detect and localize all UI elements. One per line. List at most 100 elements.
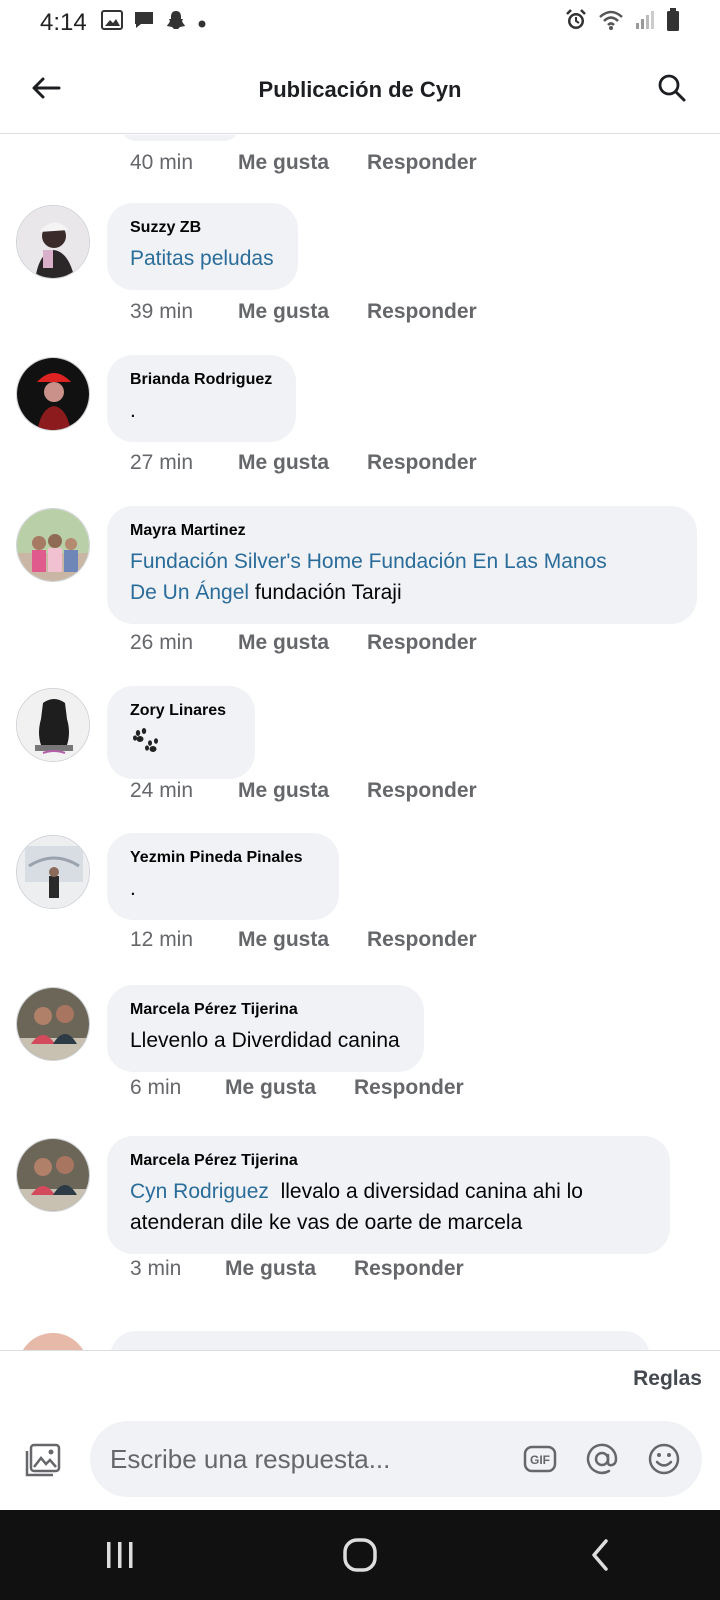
comment-time: 27 min <box>130 451 194 474</box>
system-navigation-bar <box>0 1510 720 1600</box>
comment-time: 39 min <box>130 300 194 323</box>
recent-apps-icon <box>107 1542 133 1568</box>
comment-actions: 40 min Me gusta Responder <box>130 151 477 175</box>
mention-button[interactable] <box>582 1439 622 1479</box>
back-icon <box>592 1539 608 1571</box>
reply-button[interactable]: Responder <box>367 928 477 952</box>
composer-icons: GIF <box>520 1439 684 1479</box>
like-button[interactable]: Me gusta <box>238 300 329 324</box>
comment-link[interactable]: Patitas peludas <box>130 247 274 270</box>
comment-time: 3 min <box>130 1257 182 1280</box>
avatar[interactable] <box>16 508 90 582</box>
comment-text: Llevenlo a Diverdidad canina <box>130 1029 400 1052</box>
comments-list[interactable]: 40 min Me gusta Responder Suzzy ZB Patit… <box>0 135 720 1350</box>
comment-text-segment: llevalo a diversidad canina ahi lo <box>268 1180 583 1203</box>
reply-composer: Reglas GIF <box>0 1350 720 1510</box>
comment-actions: 12 min Me gusta Responder <box>130 928 477 952</box>
gif-icon: GIF <box>523 1445 557 1473</box>
comment-bubble: Suzzy ZB Patitas peludas <box>107 203 298 290</box>
mention-icon <box>586 1443 618 1475</box>
snapchat-icon <box>165 9 187 37</box>
search-icon <box>658 74 686 102</box>
comment-actions: 27 min Me gusta Responder <box>130 451 477 475</box>
reply-button[interactable]: Responder <box>367 631 477 655</box>
back-nav-button[interactable] <box>560 1525 640 1585</box>
comment-bubble: Mayra Martinez Fundación Silver's Home F… <box>107 506 697 624</box>
like-button[interactable]: Me gusta <box>225 1257 316 1281</box>
emoji-button[interactable] <box>644 1439 684 1479</box>
comment-text: Patitas peludas <box>130 243 274 274</box>
comment-author[interactable]: Yezmin Pineda Pinales <box>130 849 315 867</box>
avatar[interactable] <box>18 1333 88 1350</box>
page-title: Publicación de Cyn <box>258 76 462 102</box>
recent-apps-button[interactable] <box>80 1525 160 1585</box>
status-left-icons <box>100 9 207 37</box>
avatar[interactable] <box>16 688 90 762</box>
comment-author[interactable]: Zory Linares <box>130 702 231 720</box>
comment-actions: 24 min Me gusta Responder <box>130 779 477 803</box>
avatar[interactable] <box>16 987 90 1061</box>
comment-text-segment: atenderan dile ke vas de oarte de marcel… <box>130 1211 523 1234</box>
comment-link[interactable]: Cyn Rodriguez <box>130 1180 269 1203</box>
comment-link[interactable]: De Un Ángel <box>130 581 249 604</box>
comment-bubble: Marcela Pérez Tijerina Llevenlo a Diverd… <box>107 985 424 1072</box>
like-button[interactable]: Me gusta <box>238 928 329 952</box>
header: Publicación de Cyn <box>0 46 720 134</box>
avatar[interactable] <box>16 835 90 909</box>
comment-link[interactable]: Fundación Silver's Home Fundación En Las… <box>130 550 607 573</box>
comment-time: 6 min <box>130 1076 182 1099</box>
comment-time: 12 min <box>130 928 194 951</box>
partial-comment-bubble <box>120 135 240 141</box>
comment-author[interactable]: Brianda Rodriguez <box>130 371 272 389</box>
reply-input-container: GIF <box>90 1421 702 1497</box>
wifi-icon <box>598 9 624 37</box>
message-icon <box>133 10 155 36</box>
reply-button[interactable]: Responder <box>367 300 477 324</box>
image-icon <box>100 10 123 36</box>
comment-actions: 3 min Me gusta Responder <box>130 1257 464 1281</box>
status-time: 4:14 <box>40 9 87 36</box>
reply-button[interactable]: Responder <box>367 151 477 175</box>
like-button[interactable]: Me gusta <box>238 151 329 175</box>
gif-button[interactable]: GIF <box>520 1439 560 1479</box>
comment-text: . <box>130 399 136 422</box>
gif-label: GIF <box>530 1453 550 1467</box>
arrow-left-icon <box>32 77 61 99</box>
alarm-icon <box>564 8 588 38</box>
comment-author[interactable]: Marcela Pérez Tijerina <box>130 1152 646 1170</box>
battery-icon <box>666 8 680 38</box>
avatar[interactable] <box>16 357 90 431</box>
comment-text: Fundación Silver's Home Fundación En Las… <box>130 546 673 608</box>
comment-author[interactable]: Mayra Martinez <box>130 522 673 540</box>
like-button[interactable]: Me gusta <box>238 779 329 803</box>
search-button[interactable] <box>652 68 692 108</box>
comment-text: . <box>130 877 136 900</box>
comment-bubble: Yezmin Pineda Pinales . <box>107 833 339 920</box>
reply-button[interactable]: Responder <box>354 1257 464 1281</box>
reply-button[interactable]: Responder <box>367 451 477 475</box>
emoji-icon <box>648 1443 680 1475</box>
home-icon <box>343 1538 377 1572</box>
comment-time: 26 min <box>130 631 194 654</box>
comment-author[interactable]: Suzzy ZB <box>130 219 274 237</box>
reply-input[interactable] <box>110 1443 510 1475</box>
avatar[interactable] <box>16 1138 90 1212</box>
partial-comment-bubble <box>110 1331 650 1350</box>
comment-time: 40 min <box>130 151 194 174</box>
comment-bubble: Marcela Pérez Tijerina Cyn Rodriguez lle… <box>107 1136 670 1254</box>
comment-author[interactable]: Marcela Pérez Tijerina <box>130 1001 400 1019</box>
reply-button[interactable]: Responder <box>367 779 477 803</box>
photo-button[interactable] <box>24 1441 64 1481</box>
comment-bubble: Brianda Rodriguez . <box>107 355 297 442</box>
like-button[interactable]: Me gusta <box>225 1076 316 1100</box>
dot-icon <box>197 12 207 35</box>
like-button[interactable]: Me gusta <box>238 451 329 475</box>
back-button[interactable] <box>26 68 66 108</box>
reply-button[interactable]: Responder <box>354 1076 464 1100</box>
comment-actions: 39 min Me gusta Responder <box>130 300 477 324</box>
like-button[interactable]: Me gusta <box>238 631 329 655</box>
home-button[interactable] <box>320 1525 400 1585</box>
comment-time: 24 min <box>130 779 194 802</box>
rules-link[interactable]: Reglas <box>633 1367 702 1391</box>
avatar[interactable] <box>16 205 90 279</box>
